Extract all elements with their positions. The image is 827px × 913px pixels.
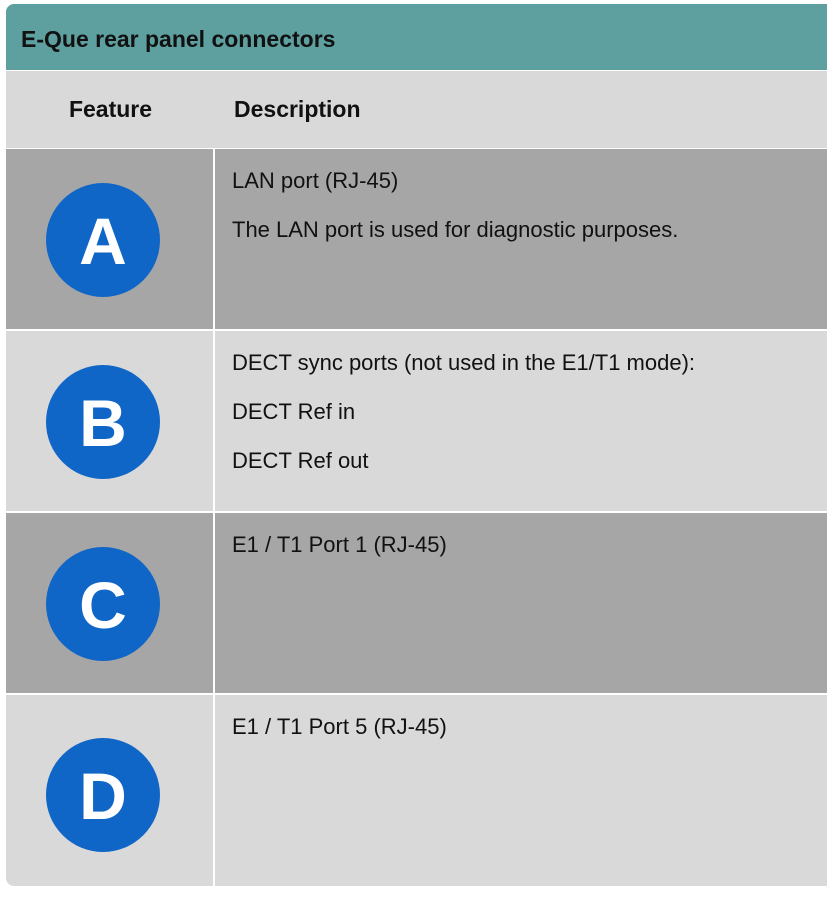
feature-cell: A: [6, 149, 215, 329]
table-caption: E-Que rear panel connectors: [6, 4, 827, 71]
description-cell: E1 / T1 Port 1 (RJ-45): [215, 513, 827, 693]
description-line: LAN port (RJ-45): [232, 168, 399, 193]
letter-c-badge-icon: C: [46, 547, 160, 661]
connector-table: E-Que rear panel connectors Feature Desc…: [6, 4, 827, 886]
description-line: The LAN port is used for diagnostic purp…: [232, 217, 679, 242]
description-cell: DECT sync ports (not used in the E1/T1 m…: [215, 331, 827, 511]
table-row: A LAN port (RJ-45) The LAN port is used …: [6, 149, 827, 331]
column-header-description: Description: [234, 96, 361, 122]
description-line: E1 / T1 Port 1 (RJ-45): [232, 532, 447, 557]
table-row: C E1 / T1 Port 1 (RJ-45): [6, 513, 827, 695]
description-line: DECT Ref out: [232, 448, 369, 473]
description-line: DECT sync ports (not used in the E1/T1 m…: [232, 350, 696, 375]
description-line: DECT Ref in: [232, 399, 356, 424]
description-cell: LAN port (RJ-45) The LAN port is used fo…: [215, 149, 827, 329]
letter-b-badge-icon: B: [46, 365, 160, 479]
feature-cell: D: [6, 695, 215, 886]
description-line: E1 / T1 Port 5 (RJ-45): [232, 714, 447, 739]
table-row: D E1 / T1 Port 5 (RJ-45): [6, 695, 827, 886]
letter-a-badge-icon: A: [46, 183, 160, 297]
table-row: B DECT sync ports (not used in the E1/T1…: [6, 331, 827, 513]
letter-d-badge-icon: D: [46, 738, 160, 852]
feature-cell: C: [6, 513, 215, 693]
table-header-row: Feature Description: [6, 71, 827, 149]
feature-cell: B: [6, 331, 215, 511]
column-header-feature: Feature: [68, 96, 153, 122]
description-cell: E1 / T1 Port 5 (RJ-45): [215, 695, 827, 886]
